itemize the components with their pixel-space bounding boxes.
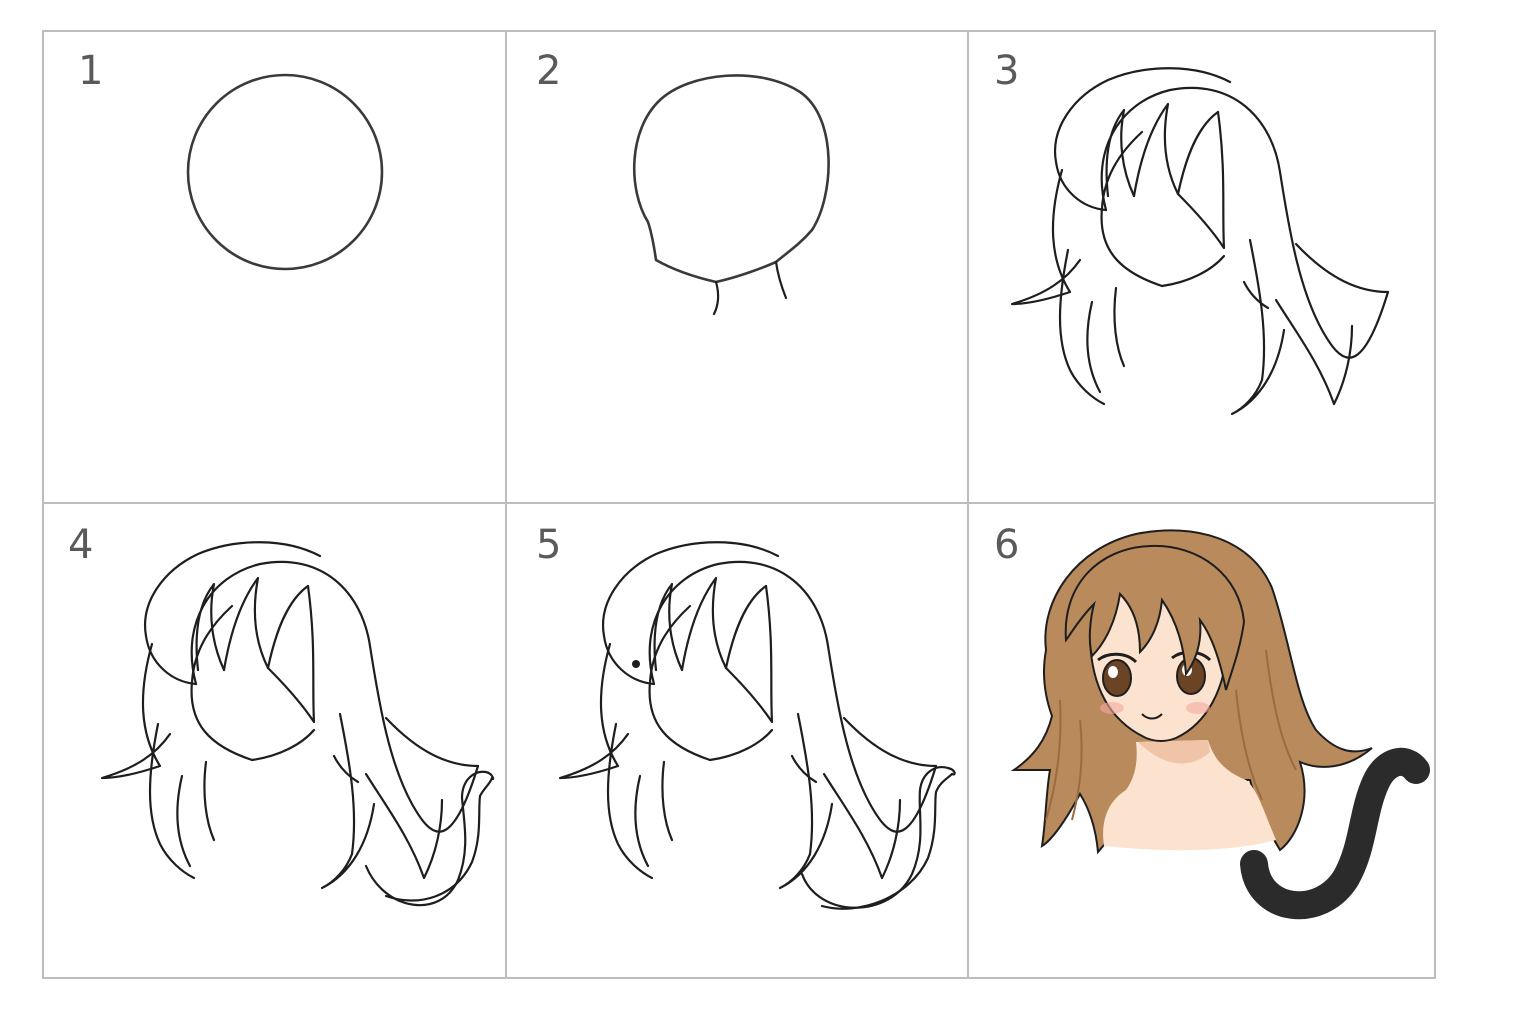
step-4-drawing (100, 541, 495, 907)
blush-right (1186, 702, 1210, 714)
step-number-2: 2 (536, 48, 561, 94)
ear-mark (632, 660, 640, 668)
step-grid: 1 2 3 4 5 6 (42, 30, 1436, 979)
step-6-drawing (1010, 529, 1430, 920)
tail-outline (364, 770, 495, 907)
neck-left (712, 280, 720, 316)
step-number-3: 3 (994, 48, 1019, 94)
blush-left (1100, 702, 1124, 714)
head-circle (186, 73, 384, 271)
step-3-drawing (1010, 67, 1390, 416)
step-number-5: 5 (536, 522, 561, 568)
step-number-6: 6 (994, 522, 1019, 568)
step-1-drawing (186, 73, 384, 271)
step-number-4: 4 (68, 522, 93, 568)
face-outline (632, 74, 830, 284)
step-2-drawing (632, 74, 830, 316)
neck-right (774, 260, 788, 300)
tail-outline-5 (800, 766, 956, 910)
step-5-drawing (558, 541, 956, 910)
step-number-1: 1 (78, 48, 103, 94)
